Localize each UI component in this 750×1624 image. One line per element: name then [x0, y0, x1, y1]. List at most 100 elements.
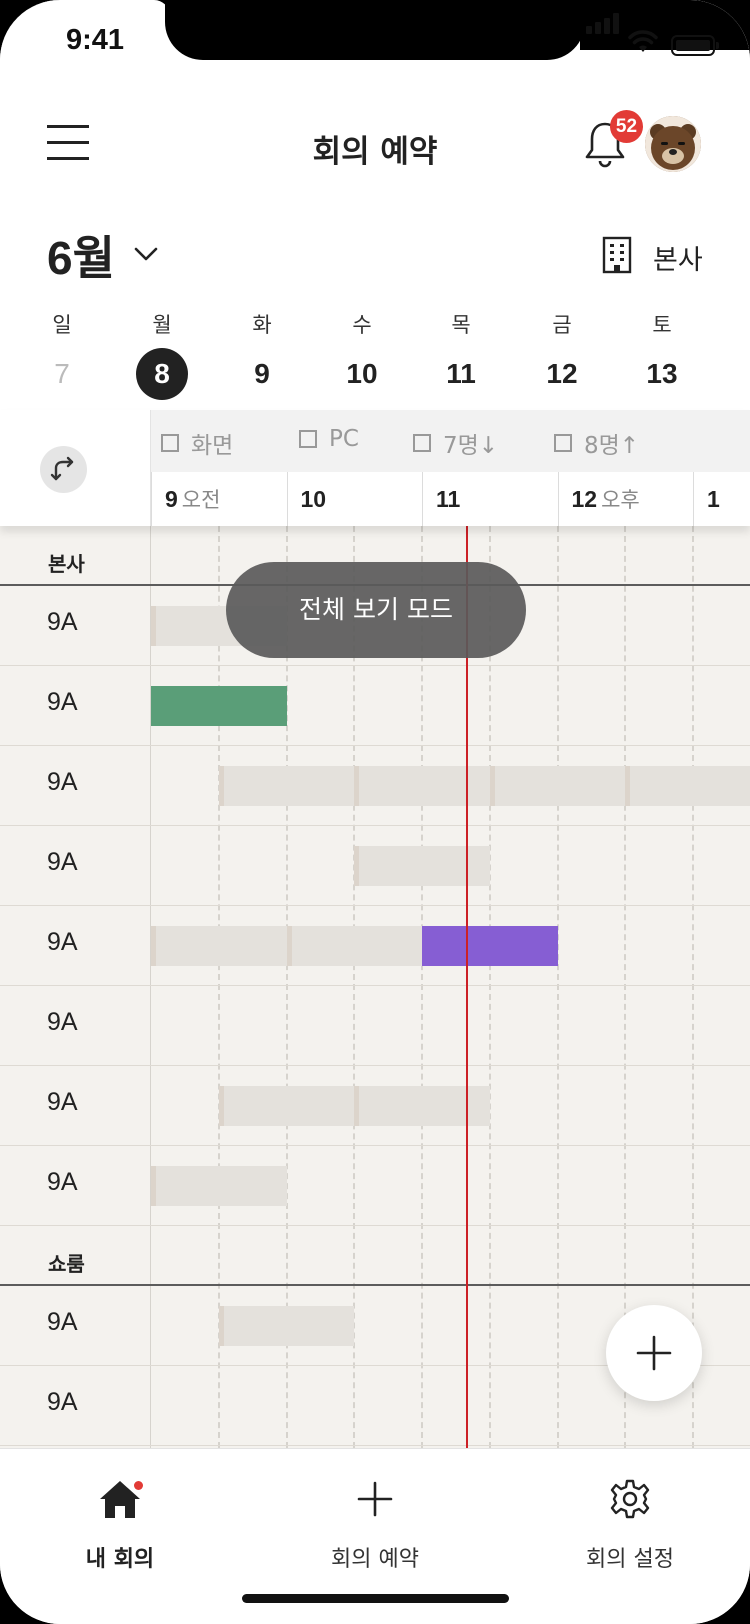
filter-checkbox-3[interactable]: 8명↑ [554, 426, 639, 460]
ampm-label: 오후 [601, 488, 640, 512]
hour-label: 1 [707, 486, 720, 512]
tab-2[interactable]: 회의 설정 [540, 1469, 720, 1573]
gear-icon [540, 1469, 720, 1529]
tab-0[interactable]: 내 회의 [30, 1469, 210, 1573]
room-label: 9A [47, 1168, 78, 1196]
booking-busy[interactable] [354, 766, 490, 806]
time-col-4: 1 [693, 472, 750, 526]
avatar[interactable] [645, 116, 701, 172]
day-5[interactable]: 금 12 [522, 310, 602, 400]
notch [165, 0, 585, 60]
room-row[interactable]: 9A [0, 1066, 750, 1146]
weekday-label: 금 [552, 313, 572, 337]
hour-label: 12 [571, 486, 598, 512]
room-label: 9A [47, 608, 78, 636]
tab-label: 회의 예약 [331, 1547, 419, 1572]
section-header: 쇼룸 [0, 1226, 750, 1286]
month-selector[interactable]: 6월 [47, 222, 115, 288]
day-6[interactable]: 토 13 [622, 310, 702, 400]
room-label: 9A [47, 1088, 78, 1116]
weekday-label: 수 [352, 313, 372, 337]
view-toggle-cell [0, 410, 151, 526]
hour-label: 10 [300, 486, 327, 512]
notification-dot [134, 1481, 143, 1490]
booking-busy[interactable] [218, 1086, 355, 1126]
room-row[interactable]: 9A [0, 666, 750, 746]
view-mode-toggle-button[interactable] [40, 446, 87, 493]
time-header: 9 오전 10 11 12 오후 1 [151, 472, 750, 526]
tab-label: 내 회의 [85, 1547, 155, 1572]
booking-busy[interactable] [286, 926, 422, 966]
room-row[interactable]: 9A [0, 986, 750, 1066]
office-selector[interactable]: 본사 [653, 238, 703, 277]
booking-busy[interactable] [625, 766, 750, 806]
date-number: 9 [254, 358, 270, 389]
booking-busy[interactable] [218, 1306, 355, 1346]
date-number: 13 [646, 358, 678, 389]
room-label: 9A [47, 928, 78, 956]
add-meeting-fab[interactable] [606, 1305, 702, 1401]
day-4[interactable]: 목 11 [421, 310, 501, 400]
booking-busy[interactable] [354, 846, 490, 886]
booking-busy[interactable] [218, 766, 355, 806]
room-row[interactable]: 9A [0, 1146, 750, 1226]
booking-busy[interactable] [489, 766, 626, 806]
checkbox-icon [161, 434, 179, 452]
tab-label: 회의 설정 [586, 1547, 674, 1572]
filter-label: 7명↓ [443, 433, 499, 459]
app-screen: 9:41 회의 예약 52 6월 본사 일 7 월 8 화 9 수 10 목 1… [0, 0, 750, 1624]
phone-frame: 9:41 회의 예약 52 6월 본사 일 7 월 8 화 9 수 10 목 1… [0, 0, 750, 1624]
tab-1[interactable]: 회의 예약 [285, 1469, 465, 1573]
schedule-header: 화면 PC 7명↓ 8명↑ 9 오전 10 11 12 오후 1 [0, 410, 750, 526]
room-row[interactable]: 9A [0, 826, 750, 906]
booking-busy[interactable] [151, 926, 287, 966]
room-label: 9A [47, 1388, 78, 1416]
ampm-label: 오전 [181, 488, 221, 512]
battery-icon [671, 35, 719, 56]
day-2[interactable]: 화9 [222, 310, 302, 400]
room-label: 9A [47, 1308, 78, 1336]
plus-icon [285, 1469, 465, 1529]
notification-badge: 52 [610, 110, 643, 143]
weekday-label: 일 [52, 313, 72, 337]
bear-avatar-icon [645, 116, 701, 172]
day-0[interactable]: 일7 [22, 310, 102, 400]
status-time: 9:41 [66, 24, 125, 56]
building-icon[interactable] [601, 236, 633, 274]
filter-label: PC [329, 426, 359, 452]
swap-arrows-icon [50, 456, 74, 481]
chevron-down-icon[interactable] [133, 246, 159, 262]
room-label: 9A [47, 848, 78, 876]
weekday-label: 월 [152, 313, 172, 337]
plus-icon [636, 1335, 672, 1371]
filter-bar: 화면 PC 7명↓ 8명↑ [151, 410, 750, 472]
week-strip: 일 7 월 8 화 9 수 10 목 11 금 12 토 13 [0, 310, 750, 400]
filter-checkbox-1[interactable]: PC [299, 426, 359, 452]
filter-checkbox-2[interactable]: 7명↓ [413, 426, 498, 460]
wifi-icon [628, 30, 658, 52]
booking-other[interactable] [422, 926, 558, 966]
filter-checkbox-0[interactable]: 화면 [161, 426, 233, 460]
hour-label: 11 [436, 486, 461, 512]
day-3[interactable]: 수 10 [322, 310, 402, 400]
date-number: 12 [546, 358, 578, 389]
home-indicator [242, 1594, 509, 1603]
time-col-0: 9 오전 [151, 472, 287, 526]
time-col-2: 11 [422, 472, 558, 526]
section-label: 쇼룸 [48, 1252, 85, 1276]
day-1[interactable]: 월8 [122, 310, 202, 400]
filter-label: 화면 [191, 433, 234, 459]
booking-busy[interactable] [151, 1166, 287, 1206]
booking-mine[interactable] [151, 686, 287, 726]
date-number: 10 [346, 358, 378, 389]
date-number: 8 [136, 348, 188, 400]
time-col-3: 12 오후 [557, 472, 694, 526]
weekday-label: 화 [252, 313, 272, 337]
home-icon [30, 1469, 210, 1529]
booking-busy[interactable] [354, 1086, 490, 1126]
hour-label: 9 [165, 486, 178, 512]
checkbox-icon [413, 434, 431, 452]
room-row[interactable]: 9A [0, 906, 750, 986]
room-row[interactable]: 9A [0, 746, 750, 826]
checkbox-icon [554, 434, 572, 452]
